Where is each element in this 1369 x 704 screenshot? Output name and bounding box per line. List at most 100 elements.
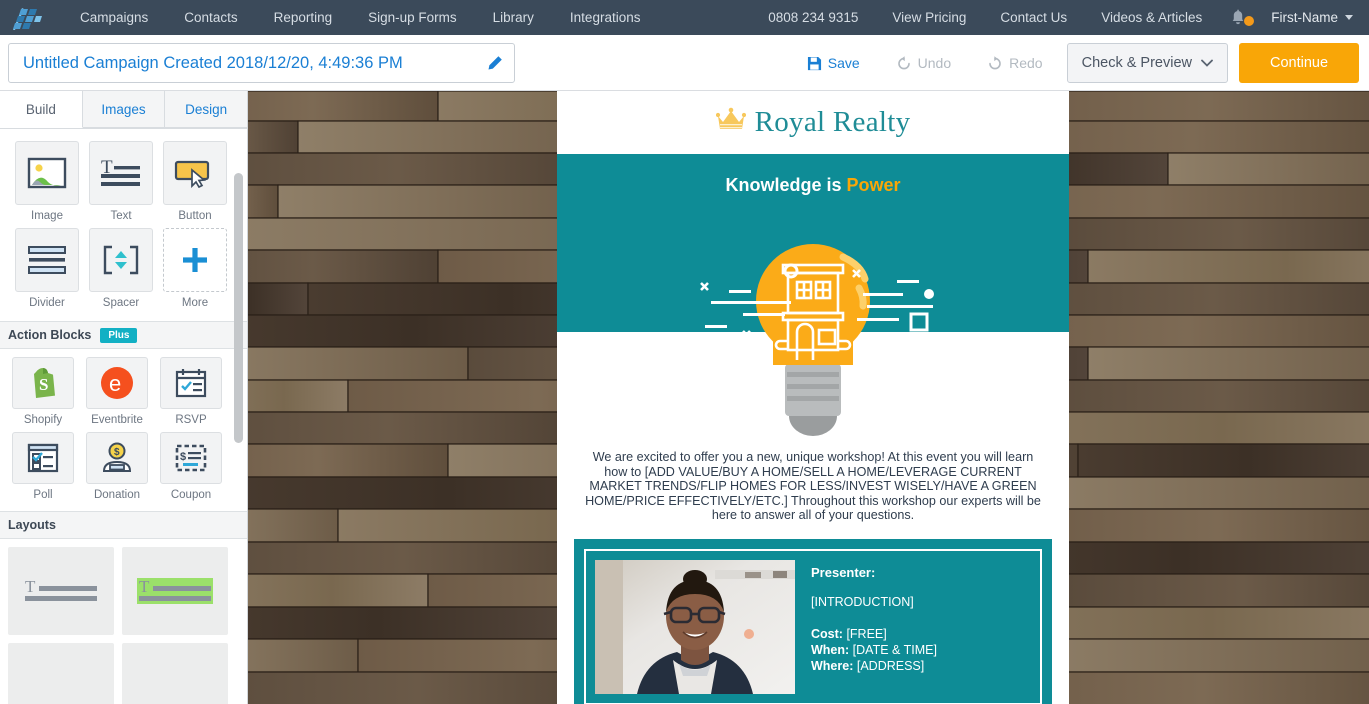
presenter-where-value: [ADDRESS] [856,658,925,673]
eventbrite-icon: e [86,357,148,409]
plus-icon [163,228,227,292]
svg-text:$: $ [180,451,186,463]
block-text[interactable]: T Text [84,141,158,222]
brand-logo-icon[interactable] [0,0,46,35]
presenter-where-label: Where: [811,658,854,673]
tab-build[interactable]: Build [0,91,83,128]
layouts-grid: T T [0,539,236,704]
nav-contacts[interactable]: Contacts [166,10,255,25]
action-poll[interactable]: Poll [6,432,80,501]
user-name-label: First-Name [1271,10,1338,25]
save-label: Save [827,55,860,71]
block-divider-label: Divider [29,297,65,309]
tab-images-label: Images [101,101,146,117]
calendar-check-icon [160,357,222,409]
email-canvas: Royal Realty Knowledge is Power We are e… [248,91,1369,704]
secondary-nav-links: 0808 234 9315 View Pricing Contact Us Vi… [751,7,1369,29]
plus-plan-badge: Plus [100,327,138,343]
presenter-where-row: Where: [ADDRESS] [811,658,937,674]
svg-text:$: $ [114,447,120,458]
bell-icon[interactable] [1229,7,1255,29]
user-menu[interactable]: First-Name [1261,10,1357,25]
presenter-introduction: [INTRODUCTION] [811,594,914,609]
action-poll-label: Poll [33,489,53,501]
coupon-icon: $ [160,432,222,484]
nav-integrations[interactable]: Integrations [552,10,659,25]
email-logo-text: Royal Realty [754,106,911,138]
undo-button[interactable]: Undo [878,43,969,83]
chevron-down-icon [1345,15,1353,20]
presenter-heading: Presenter: [811,564,876,580]
presenter-cost-row: Cost: [FREE] [811,626,937,642]
nav-contact-us[interactable]: Contact Us [983,10,1084,25]
nav-phone-number[interactable]: 0808 234 9315 [751,10,875,25]
notification-badge-dot [1244,15,1255,26]
action-eventbrite[interactable]: e Eventbrite [80,357,154,426]
redo-arrow-icon [989,56,1001,70]
toolbar-actions: Save Undo Redo Check & Preview Continue [789,43,1359,83]
block-image-label: Image [31,210,63,222]
redo-button[interactable]: Redo [969,43,1060,83]
primary-nav-links: Campaigns Contacts Reporting Sign-up For… [62,10,658,25]
layout-text-highlighted[interactable]: T [122,547,228,635]
nav-videos-articles[interactable]: Videos & Articles [1084,10,1219,25]
check-preview-label: Check & Preview [1081,55,1192,71]
basic-blocks-grid: Image T Text Button Divider Spacer More [0,129,236,321]
action-rsvp[interactable]: RSVP [154,357,228,426]
layout-text-plain[interactable]: T [8,547,114,635]
tab-design-label: Design [185,101,228,117]
block-image[interactable]: Image [10,141,84,222]
redo-label: Redo [1009,55,1043,71]
sidebar-tabs: Build Images Design [0,91,247,129]
nav-view-pricing[interactable]: View Pricing [875,10,983,25]
hero-headline: Knowledge is Power [557,154,1069,196]
check-and-preview-button[interactable]: Check & Preview [1066,43,1228,83]
tab-design[interactable]: Design [165,91,247,128]
layout-row-3[interactable] [8,643,114,704]
email-logo-row: Royal Realty [557,91,1069,154]
block-more[interactable]: More [158,228,232,309]
block-divider[interactable]: Divider [10,228,84,309]
chevron-down-icon [1201,55,1213,71]
image-block-icon [15,141,79,205]
sidebar-scrollbar[interactable] [234,173,243,443]
campaign-title-field[interactable]: Untitled Campaign Created 2018/12/20, 4:… [8,43,515,83]
tab-images[interactable]: Images [82,91,166,128]
action-rsvp-label: RSVP [175,414,207,426]
editor-sidebar: Build Images Design Image T Text Button … [0,91,248,704]
tab-build-label: Build [25,101,56,117]
floppy-disk-icon [807,56,821,70]
block-button[interactable]: Button [158,141,232,222]
action-eventbrite-label: Eventbrite [91,414,143,426]
text-block-icon: T [89,141,153,205]
block-button-label: Button [178,210,212,222]
continue-button[interactable]: Continue [1239,43,1359,83]
pencil-icon[interactable] [474,55,514,72]
nav-library[interactable]: Library [475,10,552,25]
layouts-header: Layouts [0,511,247,539]
action-shopify[interactable]: S Shopify [6,357,80,426]
email-hero: Knowledge is Power [557,154,1069,332]
nav-campaigns[interactable]: Campaigns [62,10,166,25]
action-blocks-title: Action Blocks [8,328,92,342]
shopify-icon: S [12,357,74,409]
action-coupon-label: Coupon [170,489,212,501]
donation-coin-icon: $ [86,432,148,484]
presenter-block[interactable]: Presenter: [INTRODUCTION] Cost: [FREE] W… [574,538,1052,704]
editor-toolbar: Untitled Campaign Created 2018/12/20, 4:… [0,35,1369,91]
block-spacer[interactable]: Spacer [84,228,158,309]
save-button[interactable]: Save [789,43,878,83]
action-donation[interactable]: $ Donation [80,432,154,501]
presenter-photo [595,559,795,694]
presenter-inner-frame: Presenter: [INTRODUCTION] Cost: [FREE] W… [584,548,1042,704]
nav-reporting[interactable]: Reporting [256,10,351,25]
action-coupon[interactable]: $ Coupon [154,432,228,501]
action-blocks-grid: S Shopify e Eventbrite RSVP Poll $ Donat… [0,349,236,511]
button-block-icon [163,141,227,205]
svg-text:S: S [39,375,48,394]
action-blocks-header: Action Blocks Plus [0,321,247,349]
continue-label: Continue [1269,55,1329,71]
crown-icon [715,107,746,138]
layout-row-4[interactable] [122,643,228,704]
nav-signup-forms[interactable]: Sign-up Forms [350,10,475,25]
